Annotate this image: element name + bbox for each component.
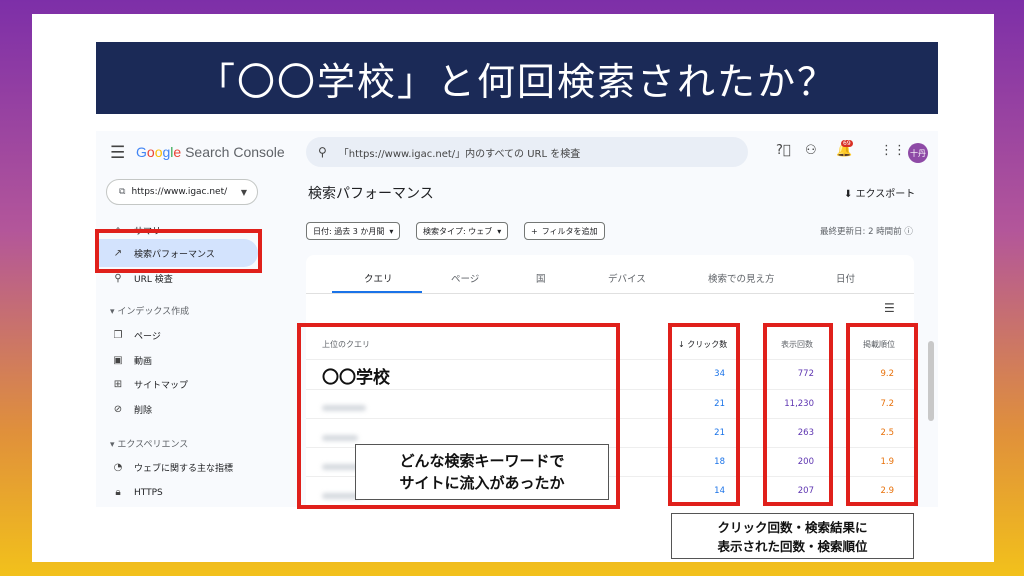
- filter-rows-icon[interactable]: ☰: [884, 301, 895, 315]
- sidebar-item-pages[interactable]: ❐ ページ: [110, 329, 161, 342]
- tab-countries[interactable]: 国: [536, 271, 546, 285]
- highlight-nav-performance: [95, 229, 262, 273]
- sidebar-item-removals[interactable]: ⊘ 削除: [110, 403, 152, 416]
- chevron-down-icon: ▾: [389, 226, 394, 236]
- download-icon: ⬇: [844, 189, 856, 200]
- sidebar-item-url-inspection[interactable]: ⚲ URL 検査: [110, 272, 173, 285]
- sidebar-item-label: URL 検査: [134, 275, 173, 285]
- highlight-position-column: [846, 323, 918, 506]
- top-bar: ☰ Google Search Console ⚲ 「https://www.i…: [96, 131, 938, 177]
- sidebar-item-label: HTTPS: [134, 487, 163, 498]
- tab-dates[interactable]: 日付: [836, 271, 855, 285]
- menu-icon[interactable]: ☰: [110, 143, 125, 163]
- export-button[interactable]: ⬇ エクスポート: [844, 185, 915, 200]
- sidebar-item-label: 削除: [134, 406, 153, 416]
- notification-badge: 69: [841, 140, 853, 147]
- help-icon[interactable]: ?⃝: [776, 143, 791, 158]
- search-icon: ⚲: [318, 145, 327, 159]
- highlight-impressions-column: [763, 323, 833, 506]
- highlight-clicks-column: [668, 323, 740, 506]
- gauge-icon: ◔: [113, 462, 123, 473]
- url-inspect-search[interactable]: ⚲ 「https://www.igac.net/」内のすべての URL を検査: [306, 137, 748, 167]
- add-filter-button[interactable]: + フィルタを追加: [524, 222, 605, 240]
- slide-title: 「〇〇学校」と何回検索されたか？: [96, 42, 938, 114]
- pages-icon: ❐: [113, 330, 123, 341]
- property-icon: ⧉: [119, 187, 126, 197]
- avatar[interactable]: 十丹: [908, 143, 928, 163]
- plus-icon: +: [531, 226, 538, 236]
- video-icon: ▣: [113, 355, 123, 366]
- date-filter-chip[interactable]: 日付: 過去 3 か月間 ▾: [306, 222, 401, 240]
- tab-search-appearance[interactable]: 検索での見え方: [708, 271, 775, 285]
- help-icon[interactable]: ⓘ: [904, 227, 913, 237]
- tab-pages[interactable]: ページ: [451, 271, 479, 285]
- section-experience[interactable]: ▾ エクスペリエンス: [110, 437, 188, 450]
- callout-metrics: クリック回数・検索結果に 表示された回数・検索順位: [671, 513, 914, 559]
- search-console-logo[interactable]: Google Search Console: [136, 144, 285, 160]
- search-icon: ⚲: [114, 273, 122, 284]
- tab-queries[interactable]: クエリ: [364, 271, 393, 285]
- sidebar-item-label: 動画: [134, 357, 153, 367]
- sidebar-item-https[interactable]: 🔒︎ HTTPS: [110, 487, 163, 498]
- section-index[interactable]: ▾ インデックス作成: [110, 304, 189, 317]
- lock-icon: 🔒︎: [115, 487, 121, 498]
- page-title: 検索パフォーマンス: [308, 186, 434, 202]
- sidebar-item-label: サイトマップ: [134, 381, 189, 391]
- sitemap-icon: ⊞: [113, 379, 123, 390]
- property-selector[interactable]: ⧉ https://www.igac.net/ ▼: [106, 179, 258, 205]
- search-input-placeholder: 「https://www.igac.net/」内のすべての URL を検査: [338, 148, 581, 160]
- divider: [306, 293, 914, 294]
- property-url: https://www.igac.net/: [131, 187, 228, 197]
- chevron-down-icon: ▼: [240, 187, 247, 197]
- scrollbar[interactable]: [928, 341, 934, 421]
- sidebar-item-videos[interactable]: ▣ 動画: [110, 354, 152, 367]
- callout-queries: どんな検索キーワードで サイトに流入があったか: [355, 444, 609, 500]
- removal-icon: ⊘: [113, 404, 123, 415]
- last-updated: 最終更新日: 2 時間前 ⓘ: [820, 227, 913, 237]
- sidebar-item-core-web-vitals[interactable]: ◔ ウェブに関する主な指標: [110, 461, 233, 474]
- tab-devices[interactable]: デバイス: [608, 271, 646, 285]
- chevron-down-icon: ▾: [497, 226, 502, 236]
- sidebar-item-label: ページ: [134, 332, 161, 342]
- sidebar-item-label: ウェブに関する主な指標: [134, 464, 234, 474]
- sidebar-item-sitemap[interactable]: ⊞ サイトマップ: [110, 378, 188, 391]
- users-icon[interactable]: ⚇: [805, 143, 817, 158]
- search-type-filter-chip[interactable]: 検索タイプ: ウェブ ▾: [416, 222, 509, 240]
